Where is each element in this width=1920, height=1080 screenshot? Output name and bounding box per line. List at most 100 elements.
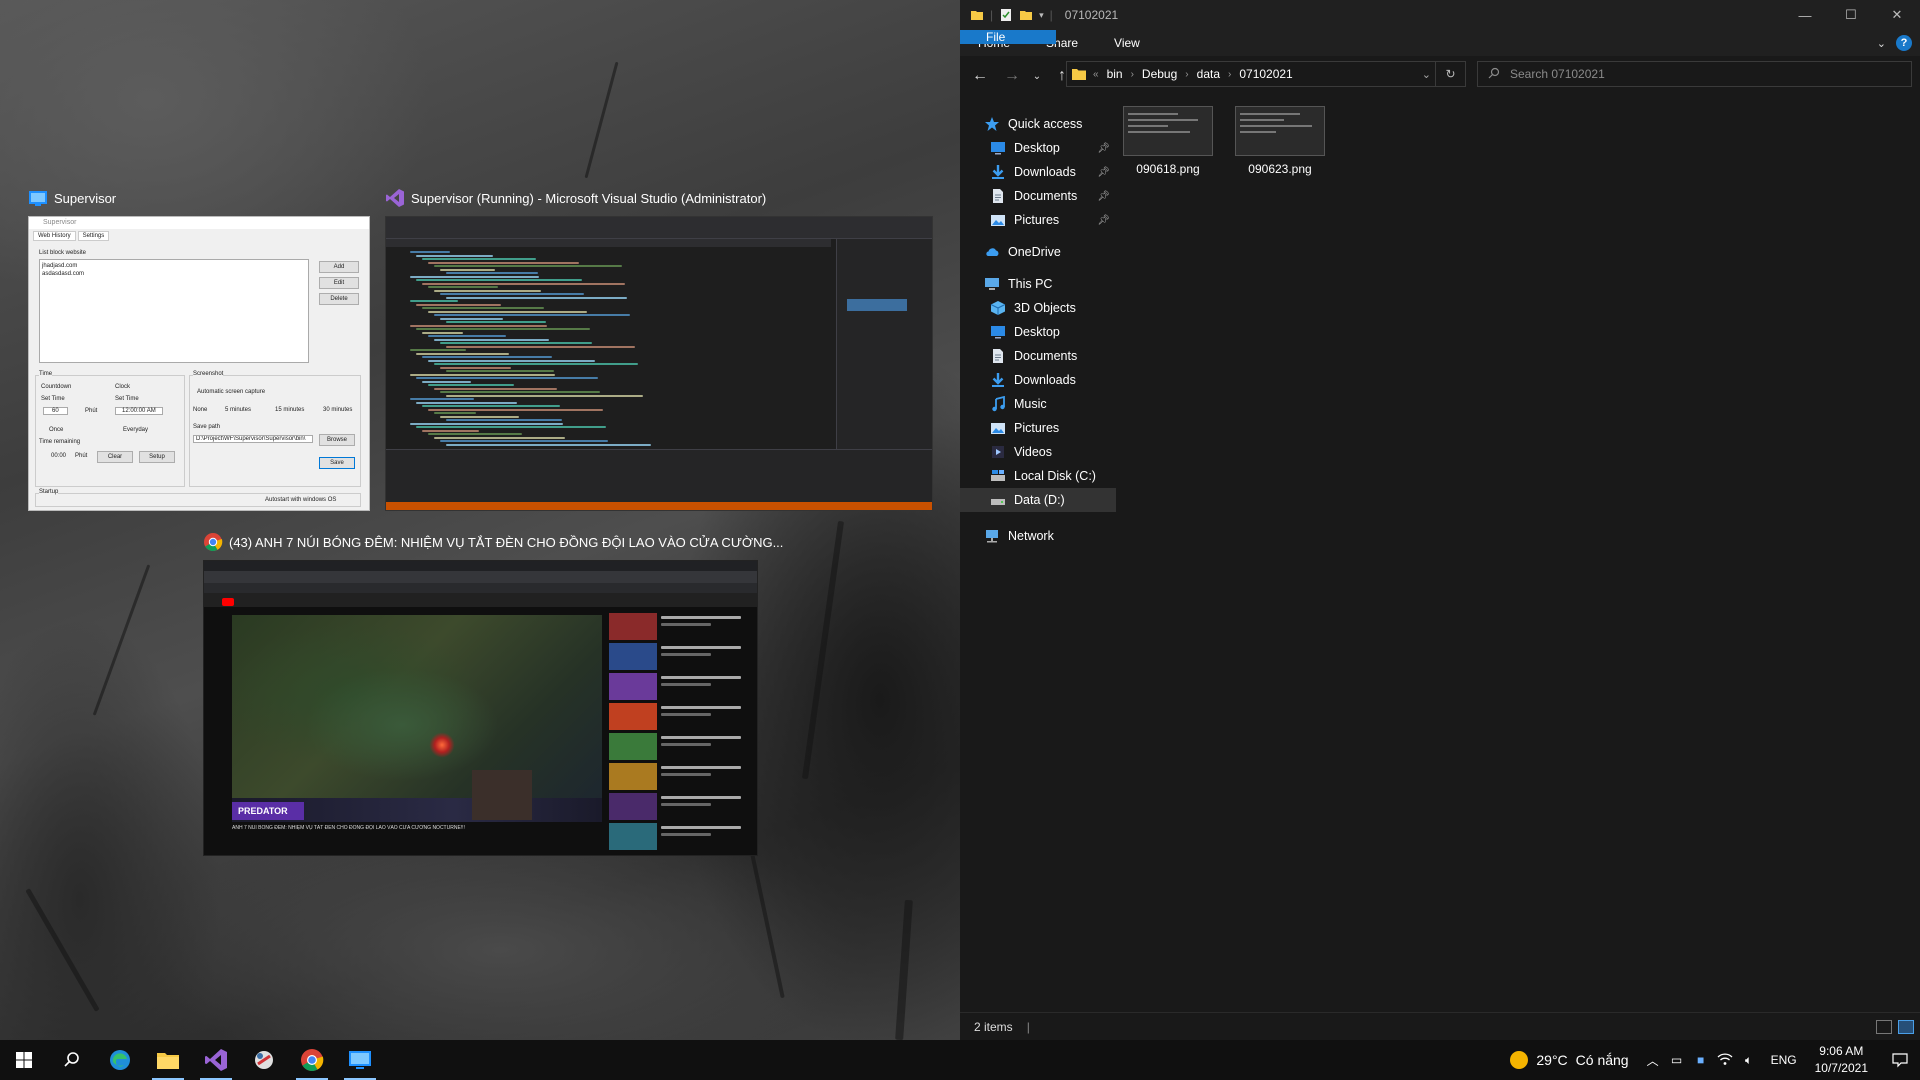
- search-button[interactable]: [48, 1040, 96, 1080]
- nav-pc-videos[interactable]: Videos: [960, 440, 1116, 464]
- recent-locations-icon[interactable]: ⌄: [1030, 62, 1044, 90]
- nav-qa-pictures[interactable]: Pictures 📌︎: [960, 208, 1116, 232]
- breadcrumb-separator-icon[interactable]: ›: [1228, 69, 1231, 80]
- autostart-checkbox-label: Autostart with windows OS: [265, 497, 337, 503]
- supervisor-app-icon: [28, 188, 48, 208]
- nav-quick-access[interactable]: Quick access: [960, 112, 1116, 136]
- expand-ribbon-icon[interactable]: ⌄: [1877, 37, 1886, 50]
- breadcrumb-separator-icon[interactable]: ›: [1131, 69, 1134, 80]
- taskbar-visual-studio[interactable]: [192, 1040, 240, 1080]
- maximize-button[interactable]: ☐: [1828, 0, 1874, 30]
- taskbar-edge[interactable]: [96, 1040, 144, 1080]
- taskbar-search-icon: [64, 1052, 79, 1067]
- nav-pc-3d-objects[interactable]: 3D Objects: [960, 296, 1116, 320]
- show-hidden-icons-icon[interactable]: ︿: [1641, 1052, 1665, 1069]
- nav-label: Documents: [1014, 189, 1078, 203]
- start-button[interactable]: [0, 1040, 48, 1080]
- list-item: asdasdasd.com: [42, 271, 85, 277]
- pin-icon[interactable]: 📌︎: [1097, 215, 1110, 226]
- taskbar-chrome[interactable]: [288, 1040, 336, 1080]
- refresh-icon[interactable]: ↻: [1435, 62, 1465, 86]
- list-block-label: List block website: [39, 250, 87, 256]
- minimize-button[interactable]: —: [1782, 0, 1828, 30]
- search-box[interactable]: Search 07102021: [1477, 61, 1912, 87]
- code-line: [446, 321, 546, 323]
- remaining-unit: Phút: [75, 453, 88, 459]
- chrome-tabstrip: [204, 561, 757, 571]
- taskbar-file-explorer[interactable]: [144, 1040, 192, 1080]
- wifi-icon[interactable]: [1713, 1052, 1737, 1069]
- breadcrumb-overflow-icon[interactable]: «: [1093, 69, 1099, 80]
- customize-qat-icon[interactable]: ▾: [1039, 10, 1044, 21]
- desktop-wallpaper: [0, 0, 960, 1041]
- nav-pc-documents[interactable]: Documents: [960, 344, 1116, 368]
- chrome-window-thumbnail[interactable]: PREDATOR ANH 7 NÚI BÓNG ĐÊM: NHIỆM VỤ TẮ…: [203, 560, 758, 856]
- ribbon-tab-view[interactable]: View: [1096, 30, 1158, 56]
- nav-pc-downloads[interactable]: Downloads: [960, 368, 1116, 392]
- pin-icon[interactable]: 📌︎: [1097, 191, 1110, 202]
- help-icon[interactable]: ?: [1896, 35, 1912, 51]
- battery-icon[interactable]: ▭: [1665, 1053, 1689, 1067]
- close-button[interactable]: ✕: [1874, 0, 1920, 30]
- weather-widget[interactable]: 29°C Có nắng: [1510, 1051, 1629, 1069]
- system-tray: 29°C Có nắng ︿ ▭ ■ 🔈︎ ENG 9:06 AM 10/7/2…: [1510, 1040, 1920, 1080]
- volume-icon[interactable]: 🔈︎: [1737, 1053, 1761, 1068]
- breadcrumb-current[interactable]: 07102021: [1237, 67, 1294, 81]
- file-item[interactable]: 090623.png: [1232, 106, 1328, 176]
- explorer-title: 07102021: [1064, 8, 1119, 22]
- nav-pc-music[interactable]: Music: [960, 392, 1116, 416]
- taskbar-snipping-tool[interactable]: [240, 1040, 288, 1080]
- code-line: [428, 335, 506, 337]
- ribbon-tab-file[interactable]: File: [960, 30, 1056, 44]
- breadcrumb-debug[interactable]: Debug: [1140, 67, 1179, 81]
- clock-value: 12:00:00 AM: [115, 407, 163, 415]
- music-icon: [990, 395, 1006, 412]
- details-view-icon[interactable]: [1876, 1019, 1892, 1034]
- nav-qa-documents[interactable]: Documents 📌︎: [960, 184, 1116, 208]
- notification-center-button[interactable]: [1880, 1052, 1920, 1068]
- new-folder-icon[interactable]: [1019, 8, 1033, 22]
- nav-network[interactable]: Network: [960, 524, 1116, 548]
- auto-capture-label: Automatic screen capture: [197, 389, 266, 395]
- code-line: [446, 296, 627, 299]
- breadcrumb-bin[interactable]: bin: [1105, 67, 1125, 81]
- breadcrumb-separator-icon[interactable]: ›: [1185, 69, 1188, 80]
- properties-icon[interactable]: [999, 8, 1013, 22]
- nav-qa-desktop[interactable]: Desktop 📌︎: [960, 136, 1116, 160]
- list-item: jhadjasd.com: [42, 263, 78, 269]
- edge-icon: [110, 1050, 130, 1070]
- pin-icon[interactable]: 📌︎: [1097, 143, 1110, 154]
- vs-window-thumbnail[interactable]: [385, 216, 933, 511]
- code-line: [428, 408, 603, 411]
- large-icons-view-icon[interactable]: [1898, 1019, 1914, 1034]
- file-item[interactable]: 090618.png: [1120, 106, 1216, 176]
- clock-time: 9:06 AM: [1819, 1044, 1864, 1058]
- vs-window-title[interactable]: Supervisor (Running) - Microsoft Visual …: [385, 188, 766, 208]
- supervisor-window-title[interactable]: Supervisor: [28, 188, 116, 208]
- code-line: [440, 268, 495, 271]
- file-explorer-window[interactable]: | ▾ | 07102021 — ☐ ✕ File Home Share Vie…: [960, 0, 1920, 1040]
- address-bar[interactable]: « bin › Debug › data › 07102021 ⌄ ↻: [1066, 61, 1466, 87]
- nav-pc-pictures[interactable]: Pictures: [960, 416, 1116, 440]
- language-indicator[interactable]: ENG: [1771, 1053, 1797, 1067]
- breadcrumb-data[interactable]: data: [1195, 67, 1222, 81]
- supervisor-window-thumbnail[interactable]: Supervisor Web History Settings List blo…: [28, 216, 370, 511]
- nav-qa-downloads[interactable]: Downloads 📌︎: [960, 160, 1116, 184]
- nav-onedrive[interactable]: OneDrive: [960, 240, 1116, 264]
- nav-pc-desktop[interactable]: Desktop: [960, 320, 1116, 344]
- input-method-icon[interactable]: ■: [1689, 1053, 1713, 1067]
- code-line: [416, 352, 509, 355]
- chrome-window-title[interactable]: (43) ANH 7 NÚI BÓNG ĐÊM: NHIỆM VỤ TẮT ĐÈ…: [203, 532, 783, 552]
- taskbar-supervisor[interactable]: [336, 1040, 384, 1080]
- nav-this-pc[interactable]: This PC: [960, 272, 1116, 296]
- pin-icon[interactable]: 📌︎: [1097, 167, 1110, 178]
- nav-pc-data-d[interactable]: Data (D:): [960, 488, 1116, 512]
- recommendation-title: [661, 676, 741, 679]
- screenshot-group-label: Screenshot: [193, 371, 224, 377]
- nav-label: Music: [1014, 397, 1047, 411]
- back-arrow-icon[interactable]: ←: [966, 62, 994, 90]
- nav-pc-local-disk-c[interactable]: Local Disk (C:): [960, 464, 1116, 488]
- address-dropdown-icon[interactable]: ⌄: [1422, 68, 1431, 81]
- clock[interactable]: 9:06 AM 10/7/2021: [1815, 1043, 1868, 1077]
- forward-arrow-icon[interactable]: →: [998, 62, 1026, 90]
